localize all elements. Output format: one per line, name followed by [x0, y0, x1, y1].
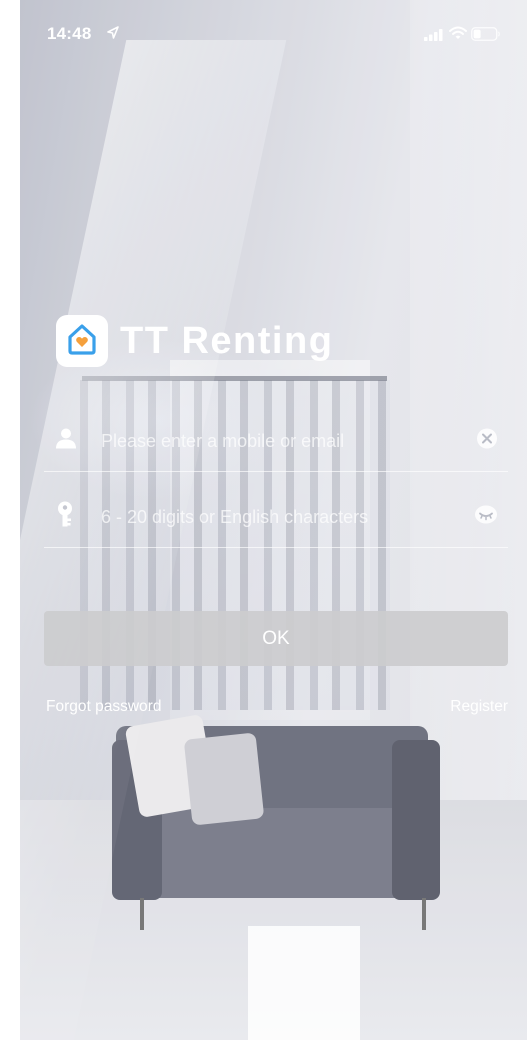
divider [44, 471, 508, 472]
background-rug [248, 926, 360, 1040]
background-sofa-arm-right [392, 740, 440, 900]
key-icon [54, 501, 76, 534]
battery-icon [471, 27, 501, 46]
background-sofa-leg-left [140, 898, 144, 930]
background-pillow-white [124, 713, 218, 819]
forgot-password-link[interactable]: Forgot password [46, 698, 161, 716]
password-input[interactable] [99, 495, 463, 539]
background-sofa-arm-left [112, 740, 162, 900]
background-sofa-leg-right [422, 898, 426, 930]
clear-icon[interactable] [476, 428, 498, 455]
wifi-icon [449, 26, 467, 45]
brand: TT Renting [56, 315, 333, 367]
register-link[interactable]: Register [450, 698, 508, 716]
location-arrow-icon [107, 26, 119, 45]
user-icon [54, 427, 78, 456]
status-bar: 14:48 [20, 0, 527, 72]
background-floor [20, 800, 527, 1040]
ok-button[interactable]: OK [44, 611, 508, 666]
divider [44, 547, 508, 548]
cellular-signal-icon [424, 28, 444, 46]
password-field [44, 486, 508, 548]
account-field [44, 410, 508, 472]
background-sofa-seat [148, 808, 404, 898]
login-screen: 14:48 TT Renting Please enter a mobile o… [20, 0, 527, 1040]
app-logo [56, 315, 108, 367]
eye-closed-icon[interactable] [474, 504, 498, 531]
house-heart-icon [63, 320, 101, 363]
account-input[interactable] [99, 419, 463, 463]
background-wall [410, 0, 527, 800]
app-title: TT Renting [120, 319, 334, 362]
background-curtain-rod [82, 376, 387, 381]
ok-button-label: OK [262, 627, 290, 649]
background-pillow-grey [183, 732, 265, 826]
background-sofa-back [116, 726, 428, 836]
status-time: 14:48 [47, 24, 92, 43]
